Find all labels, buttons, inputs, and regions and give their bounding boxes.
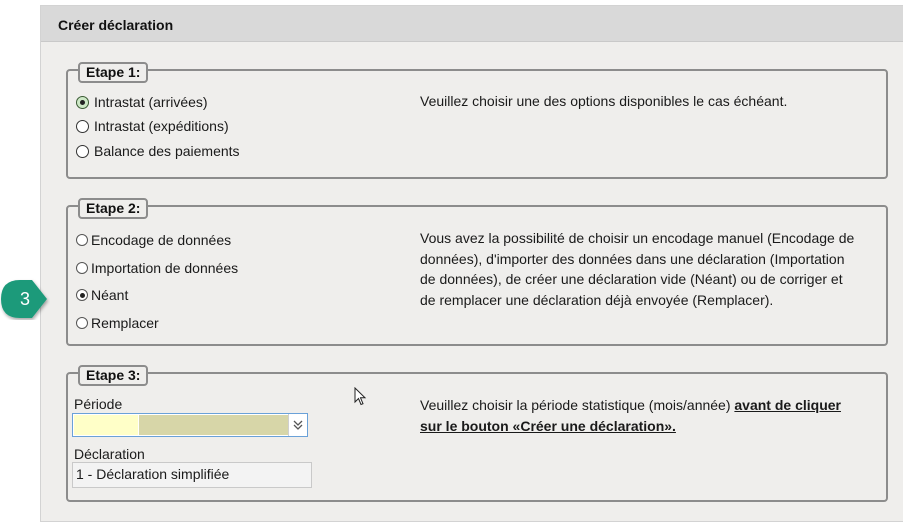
step2-description-line: données), d'importer des données dans un… [420,250,845,267]
radio-label: Importation de données [91,260,239,276]
period-select-highlight [139,415,289,435]
step3-description-emphasis: sur le bouton «Créer une déclaration». [420,417,676,434]
step-annotation-number: 3 [20,289,31,309]
declaration-field: 1 - Déclaration simplifiée [72,462,312,488]
step3-description: Veuillez choisir la période statistique … [420,395,841,436]
period-label: Période [74,396,123,412]
step3-legend: Etape 3: [78,365,149,386]
step2-description-line: de données), de créer une déclaration vi… [420,271,843,287]
radio-balance-paiements[interactable]: Balance des paiements [76,141,240,161]
radio-button-checked[interactable] [76,95,89,109]
panel-header: Créer déclaration [41,6,903,42]
step2-description-line: de remplacer une déclaration déjà envoyé… [420,291,774,308]
radio-button-checked[interactable] [76,289,88,301]
radio-button[interactable] [76,144,89,158]
step1-legend: Etape 1: [78,62,149,83]
radio-label: Encodage de données [91,232,232,248]
step3-description-emphasis: avant de cliquer [734,397,841,413]
chevron-double-down-icon[interactable] [288,414,307,436]
radio-neant[interactable]: Néant [76,285,128,305]
radio-intrastat-expeditions[interactable]: Intrastat (expéditions) [76,116,229,136]
radio-intrastat-arrivees[interactable]: Intrastat (arrivées) [76,92,208,112]
step1-description: Veuillez choisir une des options disponi… [420,93,788,109]
radio-label: Néant [91,287,129,303]
step3-description-text: Veuillez choisir la période statistique … [420,397,731,413]
period-select-value [74,415,138,435]
radio-button[interactable] [76,317,88,329]
declaration-label: Déclaration [74,446,145,462]
radio-button[interactable] [76,119,89,133]
radio-button[interactable] [76,234,88,246]
radio-label: Intrastat (expéditions) [94,118,229,134]
panel-title: Créer déclaration [58,17,174,33]
radio-label: Intrastat (arrivées) [94,94,208,110]
radio-label: Balance des paiements [94,143,240,159]
radio-remplacer[interactable]: Remplacer [76,313,159,333]
mouse-cursor-icon [354,387,367,406]
radio-importation[interactable]: Importation de données [76,258,238,278]
step2-description: Vous avez la possibilité de choisir un e… [420,228,854,310]
radio-button[interactable] [76,262,88,274]
period-select[interactable] [72,413,308,437]
radio-encodage[interactable]: Encodage de données [76,230,231,250]
step2-legend: Etape 2: [78,198,149,219]
radio-label: Remplacer [91,315,159,331]
step2-description-line: Vous avez la possibilité de choisir un e… [420,230,855,246]
